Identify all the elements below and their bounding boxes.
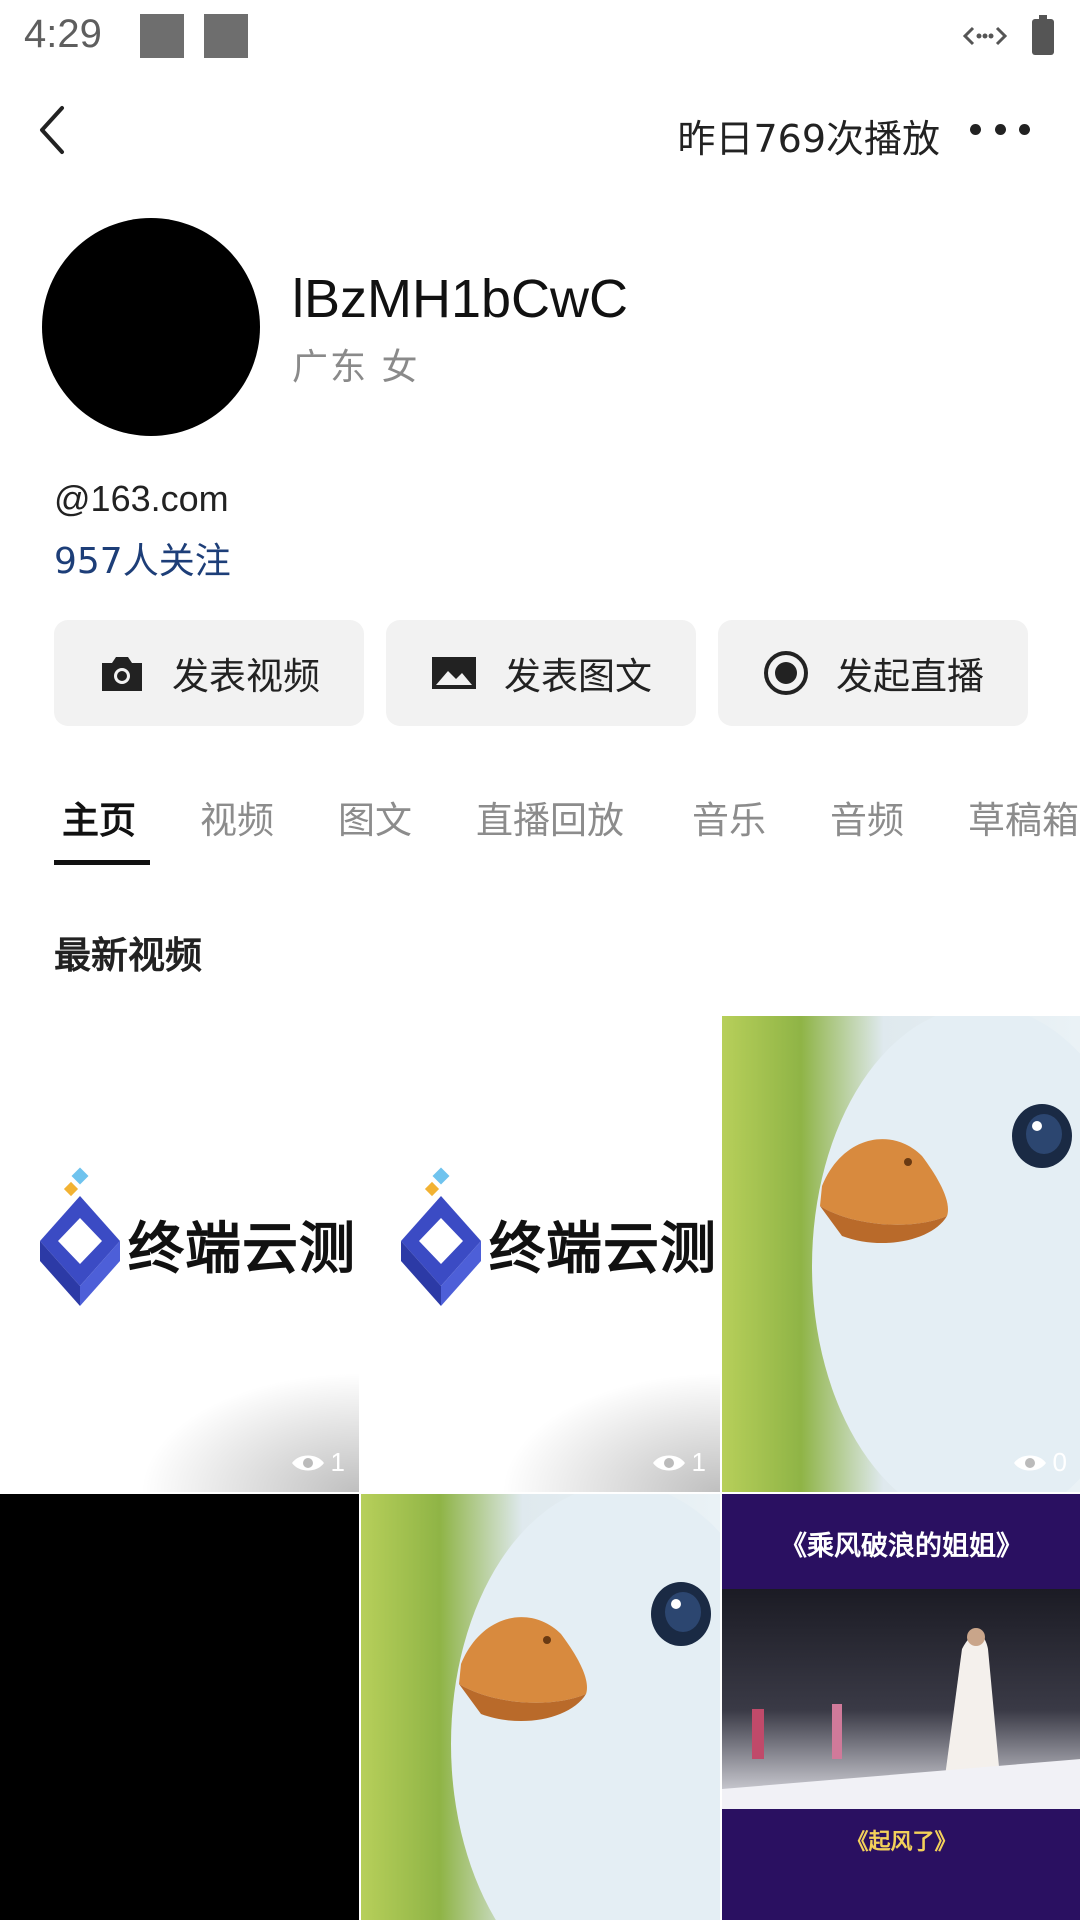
- eye-icon: [652, 1455, 685, 1470]
- avatar[interactable]: [42, 218, 260, 436]
- battery-icon: [1032, 15, 1054, 55]
- back-icon[interactable]: [30, 100, 80, 160]
- duck-image: [451, 1494, 720, 1920]
- eye-icon: [291, 1455, 324, 1470]
- profile-meta: 广东 女: [292, 347, 420, 388]
- post-video-label: 发表视频: [172, 655, 320, 698]
- video-thumbnail[interactable]: 0: [722, 1016, 1080, 1492]
- notification-icon: [140, 14, 184, 58]
- content-tabs: 主页 视频 图文 直播回放 音乐 音频 草稿箱: [0, 770, 1080, 870]
- more-dot: [970, 123, 981, 135]
- tab-music[interactable]: 音乐: [692, 790, 766, 844]
- data-transfer-icon: [963, 26, 1007, 46]
- video-thumbnail[interactable]: 终端云测 1: [0, 1016, 359, 1492]
- view-count: 0: [1013, 1447, 1067, 1478]
- view-count: 1: [652, 1447, 706, 1478]
- tab-image-text[interactable]: 图文: [338, 790, 412, 844]
- yesterday-plays: 昨日769次播放: [677, 117, 940, 161]
- song-title-text: 《起风了》: [846, 1830, 957, 1855]
- duck-image: [812, 1016, 1080, 1492]
- tab-videos[interactable]: 视频: [200, 790, 274, 844]
- start-live-label: 发起直播: [836, 655, 984, 698]
- more-options-button[interactable]: [970, 104, 1030, 154]
- video-thumbnail[interactable]: [0, 1494, 359, 1920]
- status-time: 4:29: [24, 12, 102, 56]
- status-bar: 4:29: [0, 0, 1080, 75]
- tab-home[interactable]: 主页: [62, 790, 136, 844]
- view-count: 1: [291, 1447, 345, 1478]
- post-image-text-button[interactable]: 发表图文: [386, 620, 696, 726]
- brand-logo: 终端云测: [391, 1166, 716, 1326]
- tab-audio[interactable]: 音频: [830, 790, 904, 844]
- more-dot: [994, 123, 1006, 135]
- post-image-text-label: 发表图文: [504, 655, 652, 698]
- top-bar: 昨日769次播放: [0, 80, 1080, 180]
- active-tab-indicator: [54, 860, 150, 865]
- live-record-icon: [762, 649, 810, 697]
- show-title-text: 《乘风破浪的姐姐》: [780, 1531, 1023, 1562]
- start-live-button[interactable]: 发起直播: [718, 620, 1028, 726]
- view-count-number: 0: [1052, 1447, 1067, 1477]
- post-video-button[interactable]: 发表视频: [54, 620, 364, 726]
- tab-drafts[interactable]: 草稿箱: [968, 790, 1079, 844]
- tab-live-replay[interactable]: 直播回放: [476, 790, 624, 844]
- username: lBzMH1bCwC: [292, 269, 629, 329]
- video-thumbnail[interactable]: 《乘风破浪的姐姐》 《起风了》: [722, 1494, 1080, 1920]
- brand-logo-text: 终端云测: [489, 1217, 717, 1282]
- view-count-number: 1: [691, 1447, 706, 1477]
- profile-email: @163.com: [54, 478, 229, 519]
- section-title: 最新视频: [54, 934, 202, 977]
- video-thumbnail[interactable]: [361, 1494, 720, 1920]
- stage-image: [722, 1589, 1080, 1809]
- video-thumbnail[interactable]: 终端云测 1: [361, 1016, 720, 1492]
- brand-logo-text: 终端云测: [128, 1217, 356, 1282]
- notification-icon: [204, 14, 248, 58]
- brand-logo: 终端云测: [30, 1166, 355, 1326]
- follow-count-link[interactable]: 957人关注: [54, 532, 231, 584]
- eye-icon: [1013, 1455, 1046, 1470]
- image-icon: [430, 649, 478, 697]
- more-dot: [1019, 123, 1030, 135]
- view-count-number: 1: [330, 1447, 345, 1477]
- camera-icon: [98, 649, 146, 697]
